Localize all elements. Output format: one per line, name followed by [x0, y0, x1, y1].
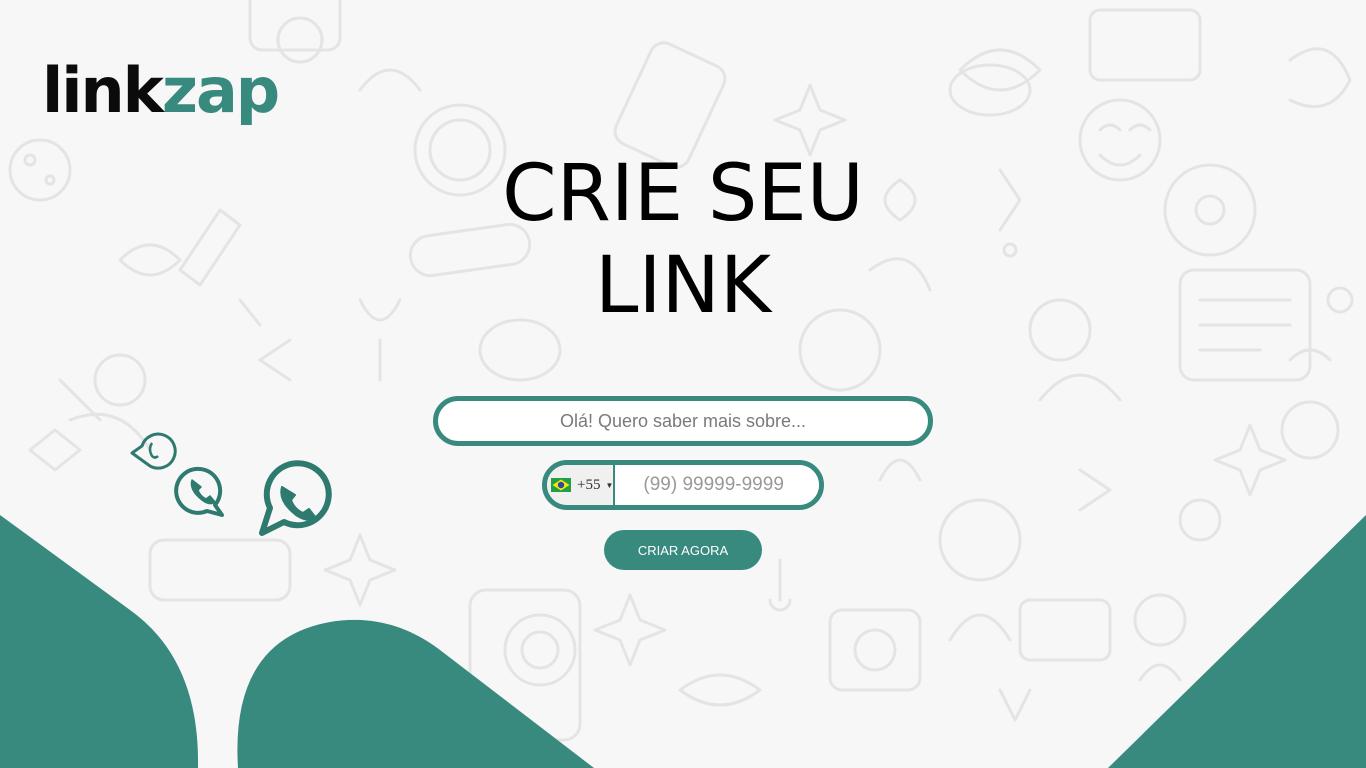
- brazil-flag-icon: [551, 478, 571, 492]
- page-title: CRIE SEU LINK: [383, 148, 983, 332]
- phone-input[interactable]: [615, 465, 819, 505]
- logo-part-link: link: [42, 54, 164, 127]
- landing-page: linkzap CRIE SEU LINK +55 ▼ CRIAR AGORA: [0, 0, 1366, 768]
- country-code: +55: [577, 476, 601, 493]
- create-now-button[interactable]: CRIAR AGORA: [604, 530, 762, 570]
- logo-part-zap: zap: [161, 54, 280, 127]
- brand-logo[interactable]: linkzap: [42, 60, 280, 122]
- headline-line-2: LINK: [595, 241, 771, 331]
- caret-down-icon: ▼: [605, 480, 614, 490]
- message-input[interactable]: [433, 396, 933, 446]
- country-selector[interactable]: +55 ▼: [547, 465, 616, 505]
- phone-field: +55 ▼: [542, 460, 824, 510]
- headline-line-1: CRIE SEU: [502, 149, 864, 239]
